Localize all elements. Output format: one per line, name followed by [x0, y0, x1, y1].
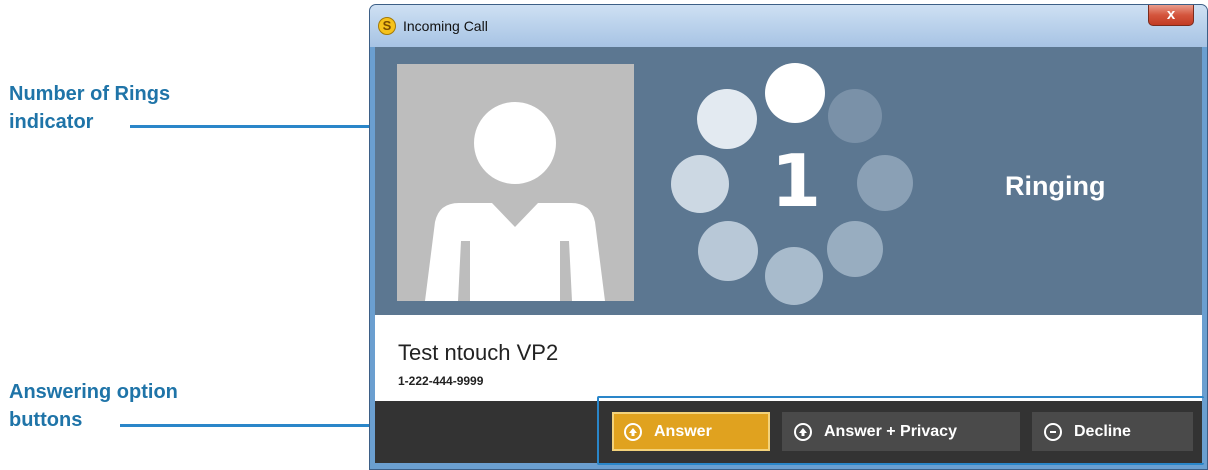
ring-dot-3 [857, 155, 913, 211]
close-button[interactable]: x [1148, 5, 1194, 26]
ring-dot-6 [698, 221, 758, 281]
call-status-panel: 1 Ringing [375, 47, 1202, 315]
app-logo-icon: S [378, 17, 396, 35]
ring-dot-5 [765, 247, 823, 305]
rings-callout-line1: Number of Rings [9, 83, 171, 105]
ring-dot-7 [671, 155, 729, 213]
title-bar[interactable]: S Incoming Call x [370, 5, 1207, 47]
buttons-callout-line1: Answering option [9, 381, 178, 403]
person-silhouette-icon [425, 102, 605, 301]
buttons-callout-line2: buttons [9, 409, 83, 431]
call-status-label: Ringing [1005, 171, 1106, 201]
window-title: Incoming Call [403, 18, 488, 34]
answering-options-highlight-bracket [597, 396, 1204, 465]
ring-count: 1 [771, 139, 822, 223]
ring-dot-4 [827, 221, 883, 277]
ring-dot-1-active [765, 63, 825, 123]
caller-name: Test ntouch VP2 [398, 340, 559, 365]
ring-dot-8 [697, 89, 757, 149]
ring-dot-2 [828, 89, 882, 143]
rings-callout-line2: indicator [9, 111, 94, 133]
caller-avatar [397, 64, 634, 301]
caller-number: 1-222-444-9999 [398, 374, 484, 388]
